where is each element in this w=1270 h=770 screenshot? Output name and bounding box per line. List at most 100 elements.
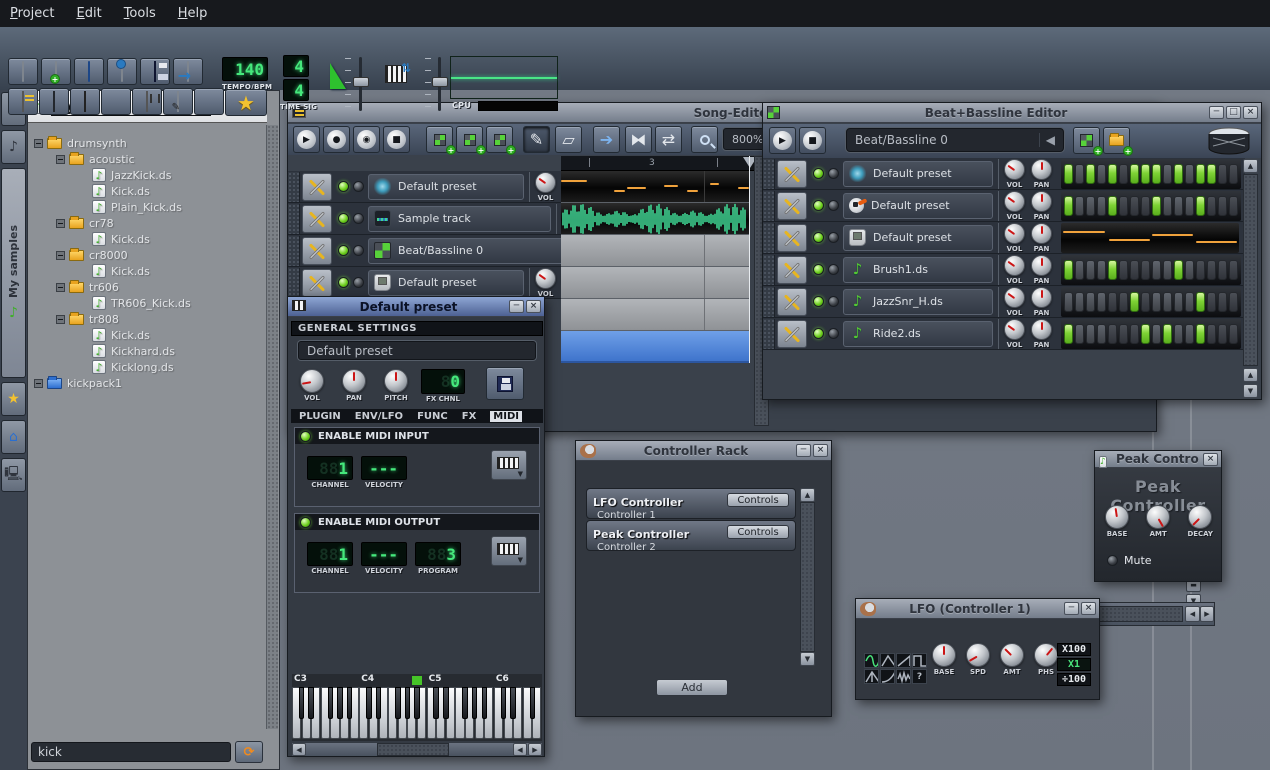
beat-cell[interactable] (1163, 292, 1172, 312)
solo-led[interactable] (828, 232, 839, 243)
vol-knob[interactable] (1004, 223, 1025, 244)
mute-led[interactable] (813, 264, 824, 275)
beat-cell[interactable] (1064, 164, 1073, 184)
beat-cell[interactable] (1119, 164, 1128, 184)
black-key[interactable] (328, 687, 334, 719)
mute-led[interactable] (813, 232, 824, 243)
track-actions-button[interactable] (777, 224, 807, 252)
beat-cell[interactable] (1152, 164, 1161, 184)
add-bb-track-button[interactable]: + (1073, 127, 1100, 154)
song-lane-1[interactable] (561, 171, 749, 203)
solo-led[interactable] (828, 168, 839, 179)
mute-led[interactable] (1107, 555, 1118, 566)
track-grip[interactable] (763, 223, 775, 253)
tree-expander[interactable] (56, 155, 65, 164)
beat-cell[interactable] (1064, 196, 1073, 216)
pan-knob[interactable] (342, 369, 366, 393)
rack-item-1[interactable]: LFO ControllerController 1Controls (586, 488, 796, 519)
track-name[interactable]: Beat/Bassline 0 (368, 238, 572, 264)
track-name[interactable]: Default preset (843, 161, 993, 187)
mute-led[interactable] (338, 277, 349, 288)
tree-item[interactable]: ♪Kick.ds (30, 183, 255, 199)
beat-cell[interactable] (1174, 324, 1183, 344)
pan-knob[interactable] (1031, 319, 1052, 340)
close-button[interactable]: × (813, 444, 828, 457)
beat-cell[interactable] (1218, 164, 1227, 184)
tab-plugin[interactable]: PLUGIN (299, 411, 341, 422)
beat-cell[interactable] (1185, 324, 1194, 344)
solo-led[interactable] (828, 200, 839, 211)
track-actions-button[interactable] (777, 320, 807, 348)
sidebar-tab-samples[interactable]: ♪ (1, 130, 26, 164)
black-key[interactable] (501, 687, 507, 719)
menu-project[interactable]: Project (10, 6, 55, 21)
export-project-button[interactable]: → (173, 58, 203, 85)
track-name[interactable]: ♪Ride2.ds (843, 321, 993, 347)
controller-rack-titlebar[interactable]: Controller Rack ─ × (576, 441, 831, 461)
samples-search-input[interactable] (31, 742, 231, 762)
bb-editor-scrollbar[interactable] (1243, 174, 1258, 366)
lfo-titlebar[interactable]: LFO (Controller 1) ─ × (856, 599, 1099, 619)
black-key[interactable] (414, 687, 420, 719)
beat-cell[interactable] (1218, 324, 1227, 344)
menu-help[interactable]: Help (178, 6, 208, 21)
beat-cell[interactable] (1163, 196, 1172, 216)
tree-item[interactable]: tr808 (30, 311, 255, 327)
beat-cell[interactable] (1196, 164, 1205, 184)
beat-cell[interactable] (1207, 196, 1216, 216)
draw-mode-button[interactable]: ✎ (523, 126, 550, 153)
vol-knob[interactable] (535, 172, 556, 193)
master-volume-handle[interactable] (353, 77, 369, 87)
beat-cell[interactable] (1108, 292, 1117, 312)
beat-cell[interactable] (1152, 260, 1161, 280)
controller-rack-button[interactable] (194, 88, 224, 115)
track-grip[interactable] (763, 159, 775, 189)
track-grip[interactable] (288, 204, 300, 234)
beat-cell[interactable] (1097, 164, 1106, 184)
track-name[interactable]: ♪JazzSnr_H.ds (843, 289, 993, 315)
beat-cell[interactable] (1163, 324, 1172, 344)
black-key[interactable] (472, 687, 478, 719)
mute-led[interactable] (338, 181, 349, 192)
multiplier-X100[interactable]: X100 (1057, 643, 1091, 656)
solo-led[interactable] (353, 277, 364, 288)
tab-env-lfo[interactable]: ENV/LFO (355, 411, 403, 422)
beat-cell[interactable] (1108, 324, 1117, 344)
midi-output-channel[interactable]: 881 CHANNEL (307, 542, 353, 575)
beat-cell[interactable] (1119, 196, 1128, 216)
beat-cell[interactable] (1174, 164, 1183, 184)
beat-cell[interactable] (1163, 260, 1172, 280)
piano-roll-button[interactable] (70, 88, 100, 115)
tree-item[interactable]: kickpack1 (30, 375, 255, 391)
track-name[interactable]: Default preset (843, 193, 993, 219)
midi-output-led[interactable] (300, 517, 311, 528)
track-grip[interactable] (763, 255, 775, 285)
zoom-icon[interactable] (691, 126, 718, 153)
minimize-button[interactable]: ─ (796, 444, 811, 457)
scroll-left-button[interactable]: ◀ (292, 743, 306, 756)
loop-points-button[interactable]: ⧓ (625, 126, 652, 153)
black-key[interactable] (308, 687, 314, 719)
mute-led[interactable] (338, 213, 349, 224)
vol-knob[interactable] (1004, 287, 1025, 308)
song-lane-2[interactable] (561, 203, 749, 235)
beat-cell[interactable] (1174, 196, 1183, 216)
rack-scroll-up[interactable]: ▲ (800, 488, 815, 502)
black-key[interactable] (482, 687, 488, 719)
song-lane-6[interactable] (561, 331, 749, 363)
amt-knob[interactable] (1000, 643, 1024, 667)
beat-cell[interactable] (1130, 196, 1139, 216)
add-controller-button[interactable]: Add (656, 679, 728, 696)
samples-tree-scrollbar[interactable] (266, 125, 278, 729)
song-lane-3[interactable] (561, 235, 749, 267)
close-button[interactable]: × (526, 300, 541, 313)
beat-cell[interactable] (1207, 324, 1216, 344)
minimize-button[interactable]: ─ (509, 300, 524, 313)
se-record-play-button[interactable]: ◉ (353, 126, 380, 153)
edit-mode-button[interactable]: ▱ (555, 126, 582, 153)
midi-output-velocity[interactable]: --- VELOCITY (361, 542, 407, 575)
black-key[interactable] (462, 687, 468, 719)
beat-cell[interactable] (1086, 164, 1095, 184)
beat-cell[interactable] (1141, 164, 1150, 184)
solo-led[interactable] (353, 213, 364, 224)
